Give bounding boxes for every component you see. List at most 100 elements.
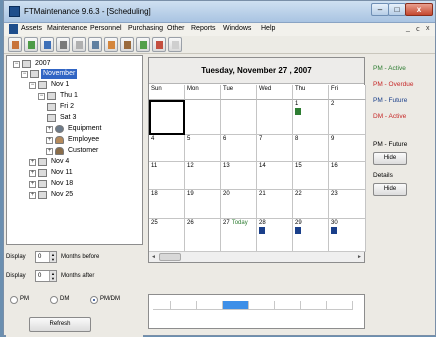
tree-node-employee[interactable]: + Employee bbox=[46, 135, 136, 145]
toolbar-button-calendar[interactable] bbox=[56, 37, 70, 52]
scroll-left-arrow[interactable]: ◄ bbox=[149, 253, 158, 261]
tree-node-nov-11[interactable]: + Nov 11 bbox=[29, 168, 129, 178]
calendar-scrollbar[interactable]: ◄ ► bbox=[149, 251, 364, 262]
strip-cell[interactable] bbox=[275, 301, 301, 310]
expand-toggle[interactable]: + bbox=[29, 170, 36, 177]
toolbar-button-people[interactable] bbox=[120, 37, 134, 52]
close-button[interactable]: x bbox=[405, 3, 433, 16]
calendar-day-4[interactable]: 4 bbox=[149, 135, 185, 162]
calendar-day-1[interactable]: 1 bbox=[293, 100, 329, 135]
refresh-button[interactable]: Refresh bbox=[29, 317, 91, 332]
toolbar-button-vendor[interactable] bbox=[24, 37, 38, 52]
expand-toggle[interactable]: + bbox=[46, 126, 53, 133]
calendar-day-8[interactable]: 8 bbox=[293, 135, 329, 162]
schedule-marker[interactable] bbox=[259, 227, 265, 234]
toolbar-button-reports[interactable] bbox=[88, 37, 102, 52]
tree-node-fri-2[interactable]: Fri 2 bbox=[38, 102, 128, 112]
expand-toggle[interactable]: + bbox=[46, 137, 53, 144]
strip-cell[interactable] bbox=[301, 301, 327, 310]
strip-cell[interactable] bbox=[327, 301, 353, 310]
schedule-marker[interactable] bbox=[295, 227, 301, 234]
collapse-toggle[interactable]: − bbox=[21, 71, 28, 78]
scrollbar-thumb[interactable] bbox=[159, 253, 181, 261]
menu-purchasing[interactable]: Purchasing bbox=[128, 25, 163, 32]
calendar-day-25[interactable]: 25 bbox=[149, 219, 185, 252]
toolbar-button-inventory[interactable] bbox=[72, 37, 86, 52]
calendar-day-7[interactable]: 7 bbox=[257, 135, 293, 162]
calendar-day-2[interactable]: 2 bbox=[329, 100, 366, 135]
calendar-day-9[interactable]: 9 bbox=[329, 135, 366, 162]
pmdm-radio[interactable] bbox=[90, 296, 98, 304]
menu-assets[interactable]: Assets bbox=[21, 25, 42, 32]
calendar-day-22[interactable]: 22 bbox=[293, 190, 329, 219]
months-before-stepper[interactable]: 0 ▲ ▼ bbox=[35, 251, 57, 263]
calendar-day-15[interactable]: 15 bbox=[293, 162, 329, 190]
calendar-day-20[interactable]: 20 bbox=[221, 190, 257, 219]
hide-pm-future-button[interactable]: Hide bbox=[373, 152, 407, 165]
strip-cell[interactable] bbox=[249, 301, 275, 310]
dm-radio[interactable] bbox=[50, 296, 58, 304]
menu-other[interactable]: Other bbox=[167, 25, 185, 32]
calendar-day-27[interactable]: 27 Today bbox=[221, 219, 257, 252]
toolbar-button-help[interactable] bbox=[168, 37, 182, 52]
tree-node-nov-1[interactable]: − Nov 1 bbox=[29, 80, 129, 90]
calendar-day-30[interactable]: 30 bbox=[329, 219, 366, 252]
calendar-day-23[interactable]: 23 bbox=[329, 190, 366, 219]
calendar-day-16[interactable]: 16 bbox=[329, 162, 366, 190]
calendar-day-13[interactable]: 13 bbox=[221, 162, 257, 190]
menu-maintenance[interactable]: Maintenance bbox=[47, 25, 87, 32]
pm-radio[interactable] bbox=[10, 296, 18, 304]
hide-details-button[interactable]: Hide bbox=[373, 183, 407, 196]
toolbar-button-tools[interactable] bbox=[136, 37, 150, 52]
schedule-marker[interactable] bbox=[331, 227, 337, 234]
calendar-day-11[interactable]: 11 bbox=[149, 162, 185, 190]
calendar-empty-cell[interactable] bbox=[257, 100, 293, 135]
expand-toggle[interactable]: + bbox=[29, 181, 36, 188]
toolbar-button-settings[interactable] bbox=[152, 37, 166, 52]
mdi-close-button[interactable]: x bbox=[426, 25, 430, 32]
calendar-day-26[interactable]: 26 bbox=[185, 219, 221, 252]
calendar-day-19[interactable]: 19 bbox=[185, 190, 221, 219]
calendar-empty-cell[interactable] bbox=[185, 100, 221, 135]
strip-cell[interactable] bbox=[171, 301, 197, 310]
calendar-day-29[interactable]: 29 bbox=[293, 219, 329, 252]
maximize-button[interactable]: □ bbox=[388, 3, 406, 16]
tree-node-nov-18[interactable]: + Nov 18 bbox=[29, 179, 129, 189]
calendar-day-14[interactable]: 14 bbox=[257, 162, 293, 190]
toolbar-button-assets[interactable] bbox=[40, 37, 54, 52]
tree-node-year[interactable]: − 2007 bbox=[13, 59, 133, 69]
strip-cell[interactable] bbox=[197, 301, 223, 310]
months-after-stepper[interactable]: 0 ▲ ▼ bbox=[35, 270, 57, 282]
tree-node-thu-1[interactable]: − Thu 1 bbox=[38, 91, 128, 101]
toolbar-button-purchase[interactable] bbox=[104, 37, 118, 52]
strip-cell[interactable] bbox=[223, 301, 249, 310]
calendar-day-6[interactable]: 6 bbox=[221, 135, 257, 162]
calendar-day-18[interactable]: 18 bbox=[149, 190, 185, 219]
menu-help[interactable]: Help bbox=[261, 25, 275, 32]
tree-node-customer[interactable]: + Customer bbox=[46, 146, 136, 156]
expand-toggle[interactable]: + bbox=[29, 159, 36, 166]
scroll-right-arrow[interactable]: ► bbox=[355, 253, 364, 261]
calendar-day-5[interactable]: 5 bbox=[185, 135, 221, 162]
menu-reports[interactable]: Reports bbox=[191, 25, 216, 32]
calendar-empty-cell[interactable] bbox=[149, 100, 185, 135]
mdi-minimize-button[interactable]: _ bbox=[406, 25, 410, 32]
collapse-toggle[interactable]: − bbox=[13, 61, 20, 68]
mdi-restore-button[interactable]: ⅽ bbox=[416, 25, 420, 33]
calendar-day-21[interactable]: 21 bbox=[257, 190, 293, 219]
toolbar-button-work-order[interactable] bbox=[8, 37, 22, 52]
menu-personnel[interactable]: Personnel bbox=[90, 25, 122, 32]
spin-arrows-icon[interactable]: ▲ ▼ bbox=[49, 271, 56, 281]
tree-node-sat-3[interactable]: Sat 3 bbox=[38, 113, 128, 123]
tree-node-november[interactable]: − November bbox=[21, 69, 131, 79]
spin-arrows-icon[interactable]: ▲ ▼ bbox=[49, 252, 56, 262]
calendar-day-28[interactable]: 28 bbox=[257, 219, 293, 252]
schedule-marker[interactable] bbox=[295, 108, 301, 115]
collapse-toggle[interactable]: − bbox=[29, 82, 36, 89]
minimize-button[interactable]: – bbox=[371, 3, 389, 16]
calendar-empty-cell[interactable] bbox=[221, 100, 257, 135]
collapse-toggle[interactable]: − bbox=[38, 93, 45, 100]
expand-toggle[interactable]: + bbox=[29, 192, 36, 199]
menu-windows[interactable]: Windows bbox=[223, 25, 251, 32]
strip-cell[interactable] bbox=[153, 301, 171, 310]
